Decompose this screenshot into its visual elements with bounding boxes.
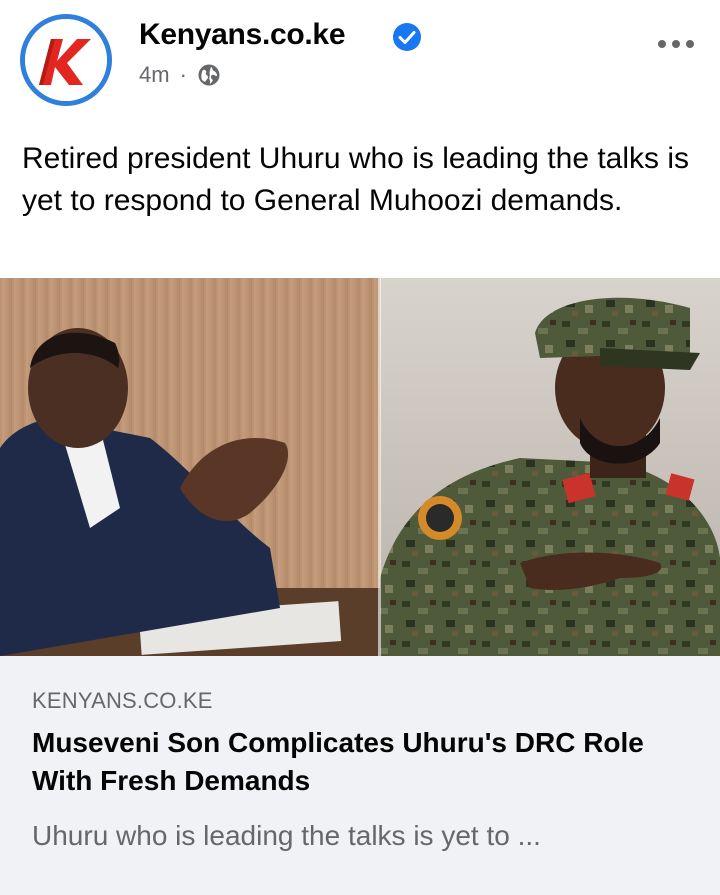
meta-separator: · bbox=[179, 62, 187, 87]
link-description: Uhuru who is leading the talks is yet to… bbox=[32, 820, 541, 851]
globe-icon bbox=[197, 63, 221, 87]
post-caption: Retired president Uhuru who is leading t… bbox=[22, 142, 690, 217]
more-options-icon[interactable] bbox=[656, 36, 696, 52]
kenyans-logo bbox=[25, 19, 107, 101]
post-header: Kenyans.co.ke 4m · bbox=[0, 0, 720, 122]
page-name[interactable]: Kenyans.co.ke bbox=[139, 18, 346, 52]
post-meta: 4m · bbox=[139, 62, 221, 88]
page-avatar[interactable] bbox=[20, 14, 112, 106]
post-image[interactable] bbox=[0, 278, 720, 656]
post-time[interactable]: 4m bbox=[139, 62, 170, 88]
verified-badge-icon bbox=[392, 22, 422, 52]
link-title[interactable]: Museveni Son Complicates Uhuru's DRC Rol… bbox=[32, 724, 692, 800]
link-domain: KENYANS.CO.KE bbox=[32, 688, 213, 713]
